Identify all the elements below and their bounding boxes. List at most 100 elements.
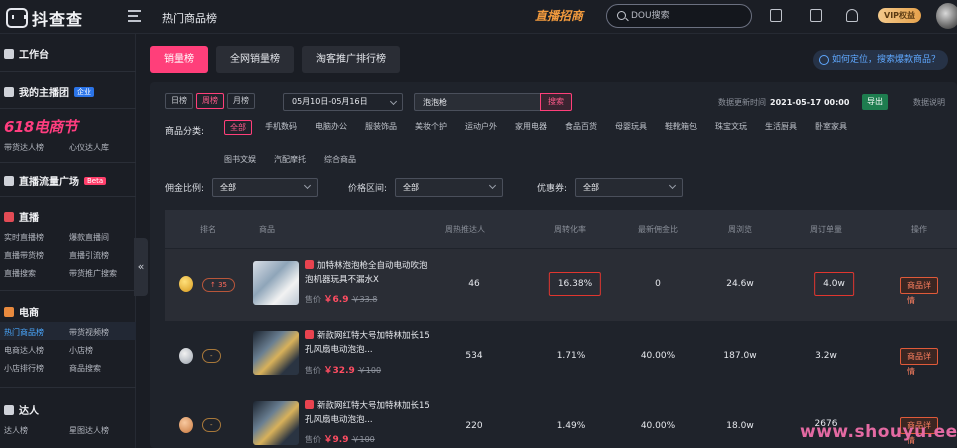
product-thumbnail[interactable]: [253, 401, 299, 445]
sidebar-item-ecom-1[interactable]: 带货视频榜: [69, 327, 134, 338]
period-month[interactable]: 月榜: [227, 93, 255, 109]
sidebar-item-promo-0[interactable]: 带货达人榜: [4, 142, 69, 153]
category-item[interactable]: 综合商品: [324, 153, 356, 168]
help-link[interactable]: 如何定位，搜索爆款商品？: [813, 50, 949, 70]
sidebar-item-ecom-4[interactable]: 小店排行榜: [4, 363, 69, 374]
category-item[interactable]: 食品百货: [565, 120, 597, 135]
logo-text: 抖查查: [32, 10, 84, 29]
th-rank: 排名: [200, 225, 216, 234]
cell-orders: 4.0w: [814, 272, 854, 296]
app-logo[interactable]: 抖查查: [6, 6, 83, 30]
th-product: 商品: [259, 225, 275, 234]
period-day[interactable]: 日榜: [165, 93, 193, 109]
sidebar-item-ecom-2[interactable]: 电商达人榜: [4, 345, 69, 356]
price-select[interactable]: 全部: [395, 178, 504, 197]
tab-all-sales-rank[interactable]: 全网销量榜: [216, 46, 294, 73]
category-item[interactable]: 母婴玩具: [615, 120, 647, 135]
menu-toggle-icon[interactable]: [128, 10, 141, 22]
th-commission[interactable]: 最新佣金比: [638, 224, 678, 235]
cell-conversion: 1.49%: [556, 421, 586, 431]
search-button[interactable]: 搜索: [540, 93, 572, 111]
bar-chart-icon: [4, 211, 14, 222]
category-item[interactable]: 汽配摩托: [274, 153, 306, 168]
product-thumbnail[interactable]: [253, 261, 299, 305]
period-selector: 日榜 周榜 月榜: [165, 93, 255, 109]
product-detail-button[interactable]: 商品详情: [900, 277, 938, 305]
product-price: 售价 ￥6.9 ￥33.8: [305, 295, 378, 305]
th-conversion[interactable]: 周转化率: [554, 224, 586, 235]
th-talents[interactable]: 周热推达人: [445, 224, 485, 235]
th-views[interactable]: 周浏览: [728, 224, 752, 235]
printer-icon[interactable]: [770, 9, 782, 22]
sidebar-item-talent-1[interactable]: 星图达人榜: [69, 425, 134, 436]
category-item[interactable]: 服装饰品: [365, 120, 397, 135]
cell-commission: 0: [655, 279, 661, 289]
category-item[interactable]: 生活厨具: [765, 120, 797, 135]
watermark: www.shouyu.ee: [800, 422, 957, 442]
grid-icon: [4, 48, 14, 59]
tab-taoke-rank[interactable]: 淘客推广排行榜: [302, 46, 400, 73]
tv-icon: [4, 175, 14, 186]
headset-icon[interactable]: [846, 9, 858, 22]
product-detail-button[interactable]: 商品详情: [900, 348, 938, 376]
product-price: 售价 ￥32.9 ￥100: [305, 366, 382, 376]
sidebar-item-live-1[interactable]: 爆款直播间: [69, 232, 134, 243]
keyword-input[interactable]: [414, 93, 540, 111]
date-range-select[interactable]: 05月10日-05月16日: [283, 93, 403, 111]
sidebar-item-ecom-0[interactable]: 热门商品榜: [4, 327, 69, 338]
category-item[interactable]: 图书文娱: [224, 153, 256, 168]
promo-title[interactable]: 618电商节: [0, 116, 136, 137]
category-item[interactable]: 美妆个护: [415, 120, 447, 135]
period-week[interactable]: 周榜: [196, 93, 224, 109]
th-orders[interactable]: 周订单量: [810, 224, 842, 235]
sidebar-item-live-3[interactable]: 直播引流榜: [69, 250, 134, 261]
sidebar-item-live-2[interactable]: 直播带货榜: [4, 250, 69, 261]
live-section: 直播 实时直播榜 爆款直播间 直播带货榜 直播引流榜 直播搜索 带货推广搜索: [0, 209, 136, 279]
category-item[interactable]: 全部: [224, 120, 252, 135]
sidebar-item-live-4[interactable]: 直播搜索: [4, 268, 69, 279]
sidebar: 工作台 我的主播团 企业 618电商节 带货达人榜 心仪达人库 直播流量广场 Bet…: [0, 34, 136, 448]
avatar[interactable]: [936, 3, 957, 29]
global-search[interactable]: [606, 4, 752, 28]
category-item[interactable]: 家用电器: [515, 120, 547, 135]
category-item[interactable]: 珠宝文玩: [715, 120, 747, 135]
coupon-filter: 优惠券: 全部: [537, 178, 684, 197]
cell-conversion: 1.71%: [556, 351, 586, 361]
coupon-select[interactable]: 全部: [575, 178, 684, 197]
help-icon: [819, 55, 829, 65]
sidebar-item-ecom-3[interactable]: 小店榜: [69, 345, 134, 356]
category-item[interactable]: 鞋靴箱包: [665, 120, 697, 135]
product-name[interactable]: 加特林泡泡枪全自动电动吹泡泡机器玩具不漏水X: [305, 259, 430, 287]
product-name[interactable]: 新款网红特大号加特林加长15孔风扇电动泡泡...: [305, 329, 430, 357]
chevron-down-icon: [489, 181, 497, 190]
sidebar-item-live-5[interactable]: 带货推广搜索: [69, 268, 134, 279]
sidebar-item-live-traffic[interactable]: 直播流量广场 Beta: [0, 173, 136, 188]
data-note-link[interactable]: 数据说明: [913, 97, 945, 108]
sidebar-item-promo-1[interactable]: 心仪达人库: [69, 142, 134, 153]
sidebar-item-live-0[interactable]: 实时直播榜: [4, 232, 69, 243]
category-item[interactable]: 运动户外: [465, 120, 497, 135]
sidebar-item-my-team[interactable]: 我的主播团 企业: [0, 84, 136, 99]
commission-select[interactable]: 全部: [212, 178, 319, 197]
talent-section: 达人 达人榜 星图达人榜: [0, 402, 136, 436]
rank-change-badge: -: [202, 418, 221, 432]
vip-badge[interactable]: VIP权益: [878, 8, 922, 23]
table-header: 排名 商品 周热推达人 周转化率 最新佣金比 周浏览 周订单量 操作: [165, 210, 957, 248]
category-item[interactable]: 手机数码: [265, 120, 297, 135]
tab-sales-rank[interactable]: 销量榜: [150, 46, 208, 73]
category-item[interactable]: 卧室家具: [815, 120, 847, 135]
live-recruit-link[interactable]: 直播招商: [535, 7, 583, 24]
export-button[interactable]: 导出: [862, 94, 888, 110]
sidebar-item-workbench[interactable]: 工作台: [0, 46, 136, 61]
document-icon[interactable]: [810, 9, 822, 22]
product-name[interactable]: 新款网红特大号加特林加长15孔风扇电动泡泡...: [305, 399, 430, 427]
sidebar-collapse-button[interactable]: «: [134, 238, 148, 296]
sidebar-item-ecom-5[interactable]: 商品搜索: [69, 363, 134, 374]
person-icon: [4, 404, 14, 415]
sidebar-item-talent-0[interactable]: 达人榜: [4, 425, 69, 436]
product-thumbnail[interactable]: [253, 331, 299, 375]
price-filter: 价格区间: 全部: [348, 178, 504, 197]
search-input[interactable]: [631, 9, 746, 23]
category-item[interactable]: 电脑办公: [315, 120, 347, 135]
cell-talents: 534: [465, 351, 483, 361]
